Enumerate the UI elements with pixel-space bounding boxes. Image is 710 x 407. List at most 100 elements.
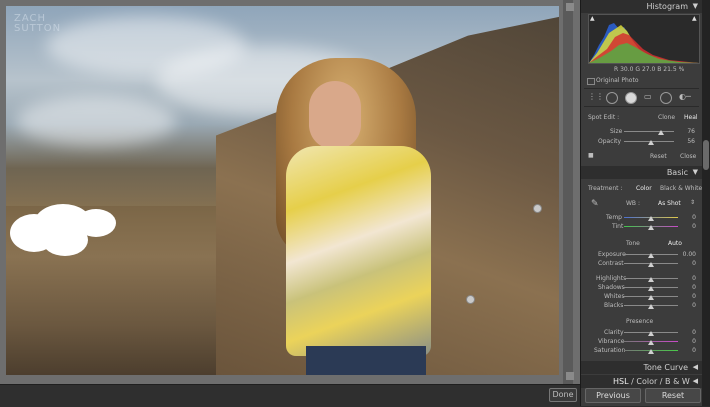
- heal-spot-mask[interactable]: [42, 224, 88, 256]
- previous-button[interactable]: Previous: [585, 388, 641, 403]
- collapse-triangle-icon[interactable]: ◀: [693, 377, 698, 385]
- size-value[interactable]: 76: [673, 128, 695, 135]
- tone-curve-title: Tone Curve: [643, 363, 688, 372]
- blacks-value[interactable]: 0: [674, 302, 696, 309]
- spot-edit-label: Spot Edit :: [588, 114, 620, 121]
- clone-button[interactable]: Clone: [658, 114, 675, 121]
- grid-overlay-icon[interactable]: ⋮⋮: [588, 92, 604, 101]
- whites-value[interactable]: 0: [674, 293, 696, 300]
- clarity-label: Clarity: [604, 329, 624, 336]
- original-photo-label: Original Photo: [596, 77, 639, 84]
- highlight-clip-icon[interactable]: ▲: [692, 15, 697, 22]
- heal-button[interactable]: Heal: [684, 114, 698, 121]
- g-label: G: [635, 66, 641, 73]
- contrast-value[interactable]: 0: [674, 260, 696, 267]
- size-slider[interactable]: [624, 131, 674, 132]
- unit-label: %: [678, 66, 685, 73]
- r-value: 30.0: [620, 66, 634, 73]
- hsl-tab[interactable]: HSL: [613, 377, 629, 386]
- original-photo-checkbox[interactable]: [587, 78, 595, 85]
- vibrance-value[interactable]: 0: [674, 338, 696, 345]
- adjustment-brush-icon[interactable]: ◐─: [679, 92, 691, 101]
- panel-scrollbar-thumb[interactable]: [703, 140, 709, 170]
- collapse-triangle-icon[interactable]: ▼: [693, 168, 698, 176]
- exposure-value[interactable]: 0.00: [674, 251, 696, 258]
- divider: [584, 106, 699, 107]
- basic-header[interactable]: Basic ▼: [581, 166, 702, 179]
- reset-button[interactable]: Reset: [645, 388, 701, 403]
- spot-close-button[interactable]: Close: [680, 153, 696, 160]
- treatment-color-button[interactable]: Color: [636, 185, 652, 192]
- temp-slider-knob[interactable]: [648, 216, 654, 221]
- spot-pin[interactable]: [466, 295, 475, 304]
- photo-image[interactable]: ZACH SUTTON: [6, 6, 559, 375]
- tab-separator: /: [631, 377, 634, 386]
- spot-reset-button[interactable]: Reset: [650, 153, 667, 160]
- watermark: ZACH SUTTON: [14, 14, 61, 34]
- hsl-header[interactable]: HSL / Color / B & W ◀: [581, 375, 702, 388]
- clarity-value[interactable]: 0: [674, 329, 696, 336]
- wb-dropdown-icon[interactable]: ⇕: [690, 199, 695, 206]
- temp-value[interactable]: 0: [674, 214, 696, 221]
- exposure-slider-knob[interactable]: [648, 253, 654, 258]
- vibrance-slider-knob[interactable]: [648, 340, 654, 345]
- g-value: 27.0: [641, 66, 656, 73]
- collapse-triangle-icon[interactable]: ▼: [693, 2, 698, 10]
- crop-tool-icon[interactable]: [606, 92, 618, 104]
- histogram-header[interactable]: Histogram ▼: [581, 0, 702, 13]
- spot-pin[interactable]: [533, 204, 542, 213]
- subject-shirt: [286, 146, 431, 356]
- divider: [584, 88, 699, 89]
- scroll-down-button[interactable]: [566, 372, 574, 380]
- wb-select[interactable]: As Shot: [658, 200, 681, 207]
- opacity-slider-knob[interactable]: [648, 140, 654, 145]
- spot-removal-icon[interactable]: [625, 92, 637, 104]
- saturation-slider-knob[interactable]: [648, 349, 654, 354]
- highlights-value[interactable]: 0: [674, 275, 696, 282]
- shadows-value[interactable]: 0: [674, 284, 696, 291]
- tint-value[interactable]: 0: [674, 223, 696, 230]
- histogram-svg: [589, 23, 699, 63]
- auto-tone-button[interactable]: Auto: [668, 240, 682, 247]
- wb-label: WB :: [626, 200, 640, 207]
- panel-scrollbar[interactable]: [702, 0, 710, 406]
- opacity-value[interactable]: 56: [673, 138, 695, 145]
- blacks-slider-knob[interactable]: [648, 304, 654, 309]
- vibrance-label: Vibrance: [598, 338, 625, 345]
- white-balance-eyedropper-icon[interactable]: ✎: [591, 199, 599, 209]
- whites-label: Whites: [604, 293, 625, 300]
- spot-mask-icon[interactable]: ■: [588, 152, 594, 159]
- canvas-scrollbar[interactable]: [563, 0, 573, 384]
- scroll-up-button[interactable]: [566, 3, 574, 11]
- b-value: 21.5: [663, 66, 677, 73]
- photo-canvas-area[interactable]: ZACH SUTTON: [0, 0, 580, 384]
- shadow-clip-icon[interactable]: ▲: [590, 15, 595, 22]
- tint-slider-knob[interactable]: [648, 225, 654, 230]
- whites-slider-knob[interactable]: [648, 295, 654, 300]
- presence-label: Presence: [626, 318, 654, 325]
- cloud: [16, 96, 176, 146]
- bw-tab[interactable]: B & W: [665, 377, 690, 386]
- graduated-filter-icon[interactable]: [660, 92, 672, 104]
- highlights-slider-knob[interactable]: [648, 277, 654, 282]
- bottom-toolbar: [0, 384, 580, 407]
- contrast-slider-knob[interactable]: [648, 262, 654, 267]
- collapse-triangle-icon[interactable]: ◀: [693, 363, 698, 371]
- redeye-icon[interactable]: ▭: [644, 92, 652, 101]
- size-slider-knob[interactable]: [658, 130, 664, 135]
- shadows-slider-knob[interactable]: [648, 286, 654, 291]
- color-tab[interactable]: Color: [636, 377, 657, 386]
- shadows-label: Shadows: [598, 284, 625, 291]
- treatment-label: Treatment :: [588, 185, 623, 192]
- clarity-slider-knob[interactable]: [648, 331, 654, 336]
- watermark-line: SUTTON: [14, 23, 62, 34]
- saturation-value[interactable]: 0: [674, 347, 696, 354]
- hsl-tabs: HSL / Color / B & W: [613, 377, 690, 386]
- done-button[interactable]: Done: [549, 388, 577, 402]
- treatment-bw-button[interactable]: Black & White: [660, 185, 702, 192]
- highlights-label: Highlights: [596, 275, 627, 282]
- saturation-label: Saturation: [594, 347, 626, 354]
- tab-separator: /: [659, 377, 663, 386]
- tone-curve-header[interactable]: Tone Curve ◀: [581, 361, 702, 374]
- b-label: B: [657, 66, 662, 73]
